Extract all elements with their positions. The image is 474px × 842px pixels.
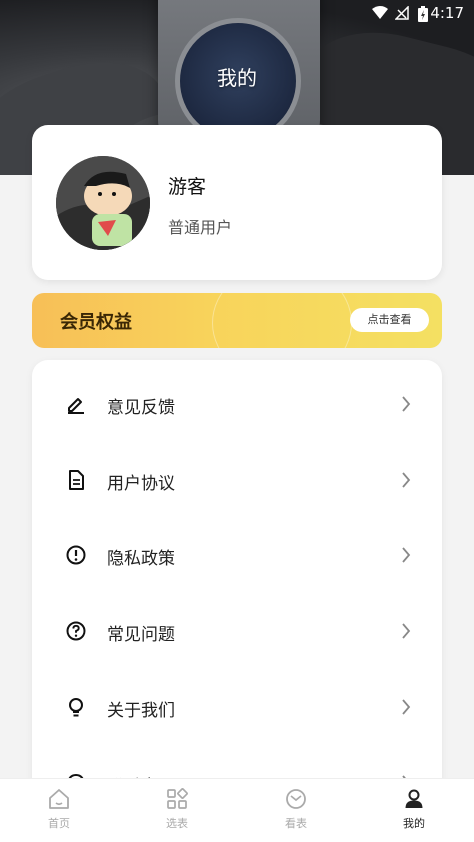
tab-home[interactable]: 首页 [14,787,104,831]
member-benefits-banner[interactable]: 会员权益 点击查看 [32,293,442,348]
profile-card[interactable]: 游客 普通用户 [32,125,442,280]
tab-view-watch[interactable]: 看表 [251,787,341,831]
status-bar: 4:17 [0,0,474,28]
wifi-icon [372,6,388,19]
user-name: 游客 [168,176,207,198]
chevron-right-icon [402,547,411,563]
tab-mine[interactable]: 我的 [369,787,459,831]
watch-icon [286,789,306,809]
menu-item-feedback[interactable]: 意见反馈 [32,374,442,434]
pencil-icon [68,398,84,414]
menu-item-faq[interactable]: 常见问题 [32,601,442,661]
chevron-right-icon [402,699,411,715]
grid-icon [167,788,188,809]
tab-label: 我的 [403,817,425,830]
avatar[interactable] [56,156,150,250]
chevron-right-icon [402,396,411,412]
settings-menu: 意见反馈 用户协议 隐私政策 常见问题 关于我们 [32,360,442,800]
chevron-right-icon [402,623,411,639]
menu-item-label: 用户协议 [107,474,175,494]
tab-label: 选表 [166,817,188,830]
battery-charging-icon [418,6,428,22]
menu-item-label: 意见反馈 [107,398,175,418]
document-icon [69,470,84,490]
user-role: 普通用户 [168,218,233,237]
tab-select-watch[interactable]: 选表 [132,787,222,831]
tab-label: 首页 [48,817,70,830]
no-signal-icon [395,6,409,20]
member-benefits-title: 会员权益 [60,312,132,333]
question-circle-icon [66,621,86,641]
info-circle-icon [66,545,86,565]
bulb-icon [69,698,83,717]
page-title: 我的 [217,66,257,90]
tab-label: 看表 [285,817,307,830]
view-benefits-button[interactable]: 点击查看 [350,308,429,332]
menu-item-privacy-policy[interactable]: 隐私政策 [32,525,442,585]
status-time: 4:17 [430,4,464,22]
menu-item-label: 隐私政策 [107,549,175,569]
home-icon [49,789,69,809]
menu-item-about-us[interactable]: 关于我们 [32,677,442,737]
menu-item-user-agreement[interactable]: 用户协议 [32,450,442,510]
user-icon [405,789,423,808]
menu-item-label: 常见问题 [107,625,175,645]
chevron-right-icon [402,472,411,488]
bottom-tab-bar: 首页 选表 看表 我的 [0,778,474,842]
menu-item-label: 关于我们 [107,701,175,721]
